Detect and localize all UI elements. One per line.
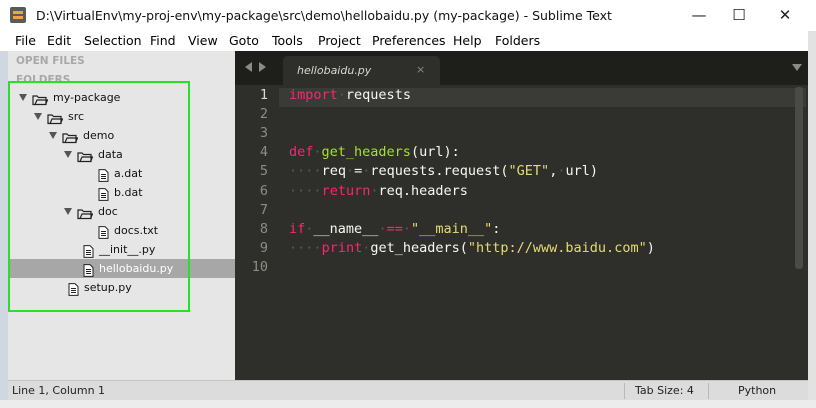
- open-files-heading: OPEN FILES: [16, 55, 85, 67]
- code-line[interactable]: def·get_headers(url):: [289, 144, 460, 160]
- code-line[interactable]: ····print·get_headers("http://www.baidu.…: [289, 240, 655, 256]
- expand-arrow-icon[interactable]: [19, 94, 27, 101]
- tree-item-label: hellobaidu.py: [99, 262, 174, 275]
- menu-help[interactable]: Help: [453, 33, 482, 48]
- tree-item-label: __init__.py: [99, 243, 156, 256]
- line-number: 10: [251, 258, 268, 275]
- line-number: 4: [259, 144, 268, 161]
- menu-bar: File Edit Selection Find View Goto Tools Projec…: [0, 31, 808, 51]
- menu-view[interactable]: View: [188, 33, 218, 48]
- menu-project[interactable]: Project: [318, 33, 361, 48]
- expand-arrow-icon[interactable]: [34, 113, 42, 120]
- file-icon: [68, 281, 79, 300]
- tree-file-row[interactable]: a.dat: [8, 164, 235, 183]
- tree-item-label: setup.py: [84, 281, 132, 294]
- scrollbar-thumb[interactable]: [795, 87, 803, 269]
- cursor-position: Line 1, Column 1: [12, 384, 106, 397]
- tree-folder-row[interactable]: demo: [8, 126, 235, 145]
- tab-close-icon[interactable]: ×: [416, 63, 425, 76]
- editor-pane: hellobaidu.py × 1 2 3 4 5 6 7 8 9 10 import·reque…: [235, 51, 808, 380]
- tree-item-label: my-package: [53, 91, 121, 104]
- code-line[interactable]: ····return·req.headers: [289, 183, 468, 199]
- status-bar: Line 1, Column 1 Tab Size: 4 Python: [8, 380, 808, 401]
- menu-selection[interactable]: Selection: [84, 33, 142, 48]
- tree-folder-row[interactable]: my-package: [8, 88, 235, 107]
- menu-tools[interactable]: Tools: [272, 33, 303, 48]
- menu-file[interactable]: File: [15, 33, 36, 48]
- tree-file-row[interactable]: hellobaidu.py: [8, 259, 235, 278]
- code-line[interactable]: if·__name__·==·"__main__":: [289, 221, 500, 237]
- tree-item-label: b.dat: [114, 186, 143, 199]
- menu-preferences[interactable]: Preferences: [372, 33, 446, 48]
- tree-folder-row[interactable]: data: [8, 145, 235, 164]
- tab-next-arrow-icon[interactable]: [259, 62, 266, 72]
- tree-item-label: src: [68, 110, 85, 123]
- status-divider: [624, 383, 625, 399]
- sidebar: OPEN FILES FOLDERS my-package src demo data…: [8, 51, 235, 380]
- tab-hellobaidu[interactable]: hellobaidu.py ×: [283, 56, 440, 85]
- line-number: 9: [259, 239, 268, 256]
- syntax-selector[interactable]: Python: [738, 384, 776, 397]
- sublime-text-icon: [10, 7, 26, 23]
- status-divider: [708, 383, 709, 399]
- expand-arrow-icon[interactable]: [49, 132, 57, 139]
- code-line[interactable]: ····req·=·requests.request("GET",·url): [289, 163, 598, 179]
- tree-item-label: a.dat: [114, 167, 143, 180]
- window-title: D:\VirtualEnv\my-proj-env\my-package\src…: [36, 8, 612, 23]
- tree-item-label: docs.txt: [114, 224, 159, 237]
- tree-item-label: demo: [83, 129, 115, 142]
- tab-label: hellobaidu.py: [297, 64, 372, 77]
- tree-file-row[interactable]: docs.txt: [8, 221, 235, 240]
- expand-arrow-icon[interactable]: [64, 208, 72, 215]
- maximize-button[interactable]: ☐: [716, 0, 762, 31]
- menu-edit[interactable]: Edit: [47, 33, 71, 48]
- tree-file-row[interactable]: b.dat: [8, 183, 235, 202]
- line-number: 5: [259, 163, 268, 180]
- title-bar: D:\VirtualEnv\my-proj-env\my-package\src…: [0, 0, 816, 31]
- tree-file-row[interactable]: __init__.py: [8, 240, 235, 259]
- line-number: 7: [259, 201, 268, 218]
- line-number: 6: [259, 182, 268, 199]
- line-number: 3: [259, 125, 268, 142]
- tab-prev-arrow-icon[interactable]: [245, 62, 252, 72]
- tab-dropdown-icon[interactable]: [792, 64, 802, 71]
- close-button[interactable]: ✕: [762, 0, 808, 31]
- folders-heading: FOLDERS: [16, 74, 71, 86]
- tab-bar: hellobaidu.py ×: [235, 51, 808, 85]
- menu-folders[interactable]: Folders: [495, 33, 540, 48]
- desktop-edge: [0, 51, 8, 400]
- tree-item-label: data: [98, 148, 123, 161]
- menu-find[interactable]: Find: [150, 33, 176, 48]
- line-number: 1: [259, 87, 268, 103]
- menu-goto[interactable]: Goto: [229, 33, 259, 48]
- tab-size-selector[interactable]: Tab Size: 4: [635, 384, 694, 397]
- line-number: 2: [259, 106, 268, 123]
- tree-folder-row[interactable]: src: [8, 107, 235, 126]
- tree-file-row[interactable]: setup.py: [8, 278, 235, 297]
- tree-folder-row[interactable]: doc: [8, 202, 235, 221]
- line-number: 8: [259, 220, 268, 237]
- tree-item-label: doc: [98, 205, 118, 218]
- window-edge: [808, 31, 816, 400]
- code-line[interactable]: import·requests: [289, 87, 411, 103]
- expand-arrow-icon[interactable]: [64, 151, 72, 158]
- background-page-strip: [0, 400, 816, 408]
